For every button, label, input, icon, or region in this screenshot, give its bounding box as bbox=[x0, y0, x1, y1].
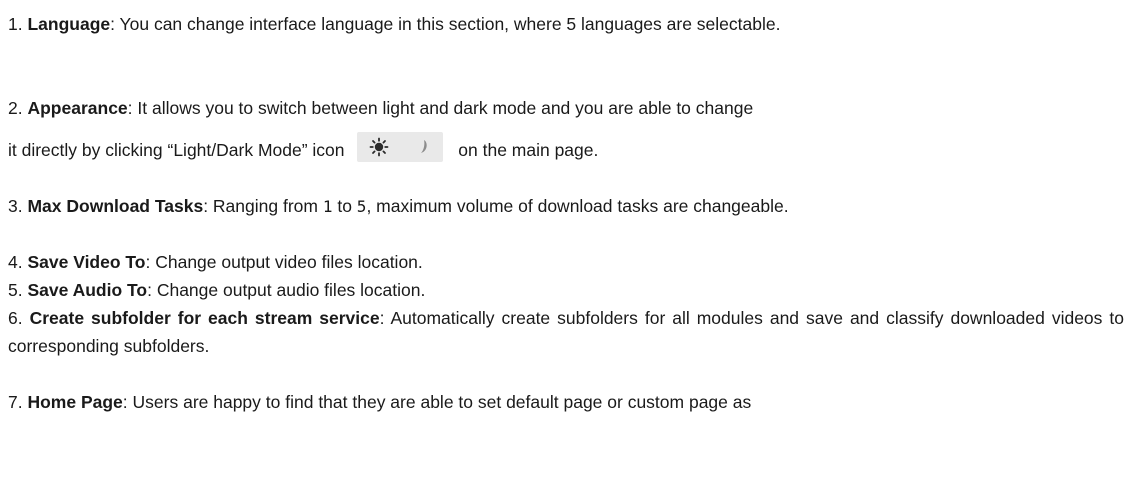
item-title-appearance: Appearance bbox=[27, 98, 128, 118]
item-number: 4. bbox=[8, 252, 23, 272]
item-text-a: : Ranging from bbox=[203, 196, 323, 216]
list-item-appearance: 2. Appearance: It allows you to switch b… bbox=[8, 94, 1124, 166]
item-text-save-video-to: : Change output video files location. bbox=[145, 252, 423, 272]
item-title-save-audio-to: Save Audio To bbox=[27, 280, 148, 300]
item-number: 2. bbox=[8, 98, 23, 118]
item-text-save-audio-to: : Change output audio files location. bbox=[147, 280, 426, 300]
item-num-b: 5 bbox=[356, 197, 367, 216]
item-text-appearance-1: : It allows you to switch between light … bbox=[127, 98, 754, 118]
list-item-create-subfolder: 6. Create subfolder for each stream serv… bbox=[8, 304, 1124, 360]
item-text-home-page: : Users are happy to find that they are … bbox=[122, 392, 752, 412]
item-text-b: to bbox=[332, 196, 357, 216]
item-number: 6. bbox=[8, 308, 23, 328]
item-number: 5. bbox=[8, 280, 23, 300]
item-title-create-subfolder: Create subfolder for each stream service bbox=[29, 308, 380, 328]
item-number: 1. bbox=[8, 14, 23, 34]
item-text-appearance-2: it directly by clicking “Light/Dark Mode… bbox=[8, 140, 345, 160]
item-title-save-video-to: Save Video To bbox=[27, 252, 146, 272]
sun-icon bbox=[369, 137, 389, 157]
list-item-language: 1. Language: You can change interface la… bbox=[8, 10, 1124, 38]
moon-icon bbox=[421, 140, 428, 154]
item-number: 7. bbox=[8, 392, 23, 412]
item-title-max-download-tasks: Max Download Tasks bbox=[27, 196, 204, 216]
list-item-save-video-to: 4. Save Video To: Change output video fi… bbox=[8, 248, 1124, 276]
item-text-c: , maximum volume of download tasks are c… bbox=[366, 196, 789, 216]
appearance-line-2: it directly by clicking “Light/Dark Mode… bbox=[8, 132, 1124, 166]
item-text-appearance-3: on the main page. bbox=[458, 140, 599, 160]
list-item-save-audio-to: 5. Save Audio To: Change output audio fi… bbox=[8, 276, 1124, 304]
item-number: 3. bbox=[8, 196, 23, 216]
item-text-language: : You can change interface language in t… bbox=[110, 14, 781, 34]
item-title-language: Language bbox=[27, 14, 111, 34]
list-item-home-page: 7. Home Page: Users are happy to find th… bbox=[8, 388, 1124, 416]
list-item-max-download-tasks: 3. Max Download Tasks: Ranging from 1 to… bbox=[8, 192, 1124, 221]
item-title-home-page: Home Page bbox=[27, 392, 123, 412]
light-dark-mode-icon bbox=[357, 132, 444, 163]
